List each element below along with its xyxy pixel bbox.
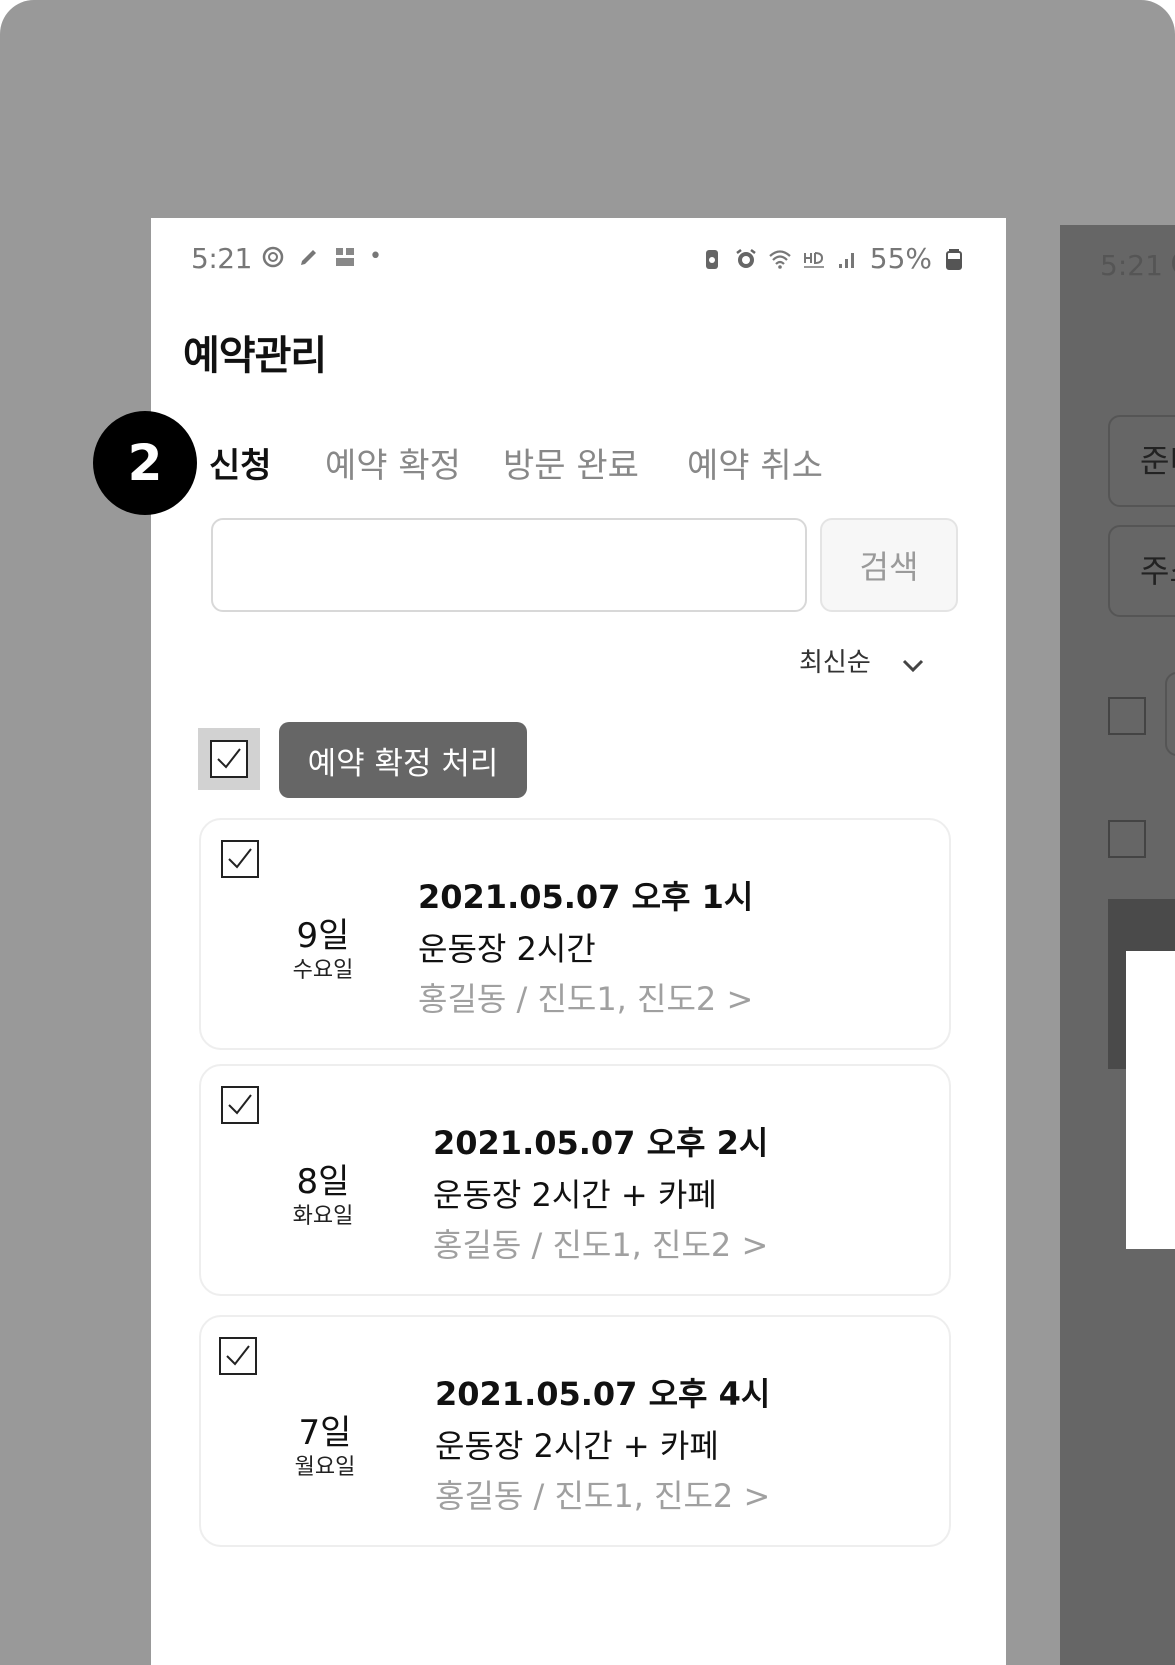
alarm-icon — [734, 247, 758, 271]
reservation-card[interactable]: 8일 화요일 2021.05.07 오후 2시 운동장 2시간 + 카페 홍길동… — [199, 1064, 951, 1296]
sort-selected-label: 최신순 — [799, 648, 871, 678]
checkmark-icon — [226, 1345, 250, 1366]
reservation-customer-link[interactable]: 홍길동 / 진도1, 진도2 > — [433, 1220, 768, 1266]
checkmark-icon — [217, 748, 241, 769]
checkmark-icon — [228, 848, 252, 869]
reservation-weekday: 수요일 — [292, 958, 354, 983]
settings-icon — [261, 245, 285, 269]
secondary-checkbox[interactable] — [1108, 820, 1146, 858]
reservation-day: 9일 — [296, 916, 350, 956]
tab-confirmed[interactable]: 예약 확정 — [325, 438, 461, 487]
hd-voice-icon — [802, 247, 826, 271]
reservation-service: 운동장 2시간 + 카페 — [433, 1176, 717, 1214]
secondary-checkbox[interactable] — [1108, 697, 1146, 735]
battery-saver-icon — [700, 247, 724, 271]
reservation-datetime: 2021.05.07 오후 4시 — [435, 1375, 771, 1413]
chevron-down-icon — [902, 659, 923, 672]
step-number-badge: 2 — [93, 411, 197, 515]
tab-visit-complete[interactable]: 방문 완료 — [503, 438, 639, 487]
status-time: 5:21 — [1100, 249, 1163, 282]
page-title: 예약관리 — [183, 333, 327, 379]
secondary-modal-panel — [1126, 951, 1175, 1249]
wifi-icon — [768, 247, 792, 271]
confirm-reservations-button[interactable]: 예약 확정 처리 — [279, 722, 527, 798]
reservation-service: 운동장 2시간 — [418, 930, 596, 968]
sort-dropdown[interactable]: 최신순 — [799, 642, 925, 679]
reservation-service: 운동장 2시간 + 카페 — [435, 1427, 719, 1465]
reservation-day: 8일 — [296, 1162, 350, 1202]
signal-icon — [836, 247, 860, 271]
app-icon — [333, 245, 357, 269]
select-all-checkbox[interactable] — [198, 728, 260, 790]
notification-dot: • — [369, 244, 382, 269]
reservation-datetime: 2021.05.07 오후 2시 — [433, 1124, 769, 1162]
search-button[interactable]: 검색 — [820, 518, 958, 612]
search-input[interactable] — [211, 518, 807, 612]
canvas-backdrop: 5:21 • 55% 예약관리 신청 예약 확정 방문 완료 예약 취소 검색 … — [0, 0, 1175, 1665]
reservation-card[interactable]: 9일 수요일 2021.05.07 오후 1시 운동장 2시간 홍길동 / 진도… — [199, 818, 951, 1050]
status-bar: 5:21 • 55% — [151, 218, 1006, 302]
secondary-action-button[interactable] — [1165, 672, 1175, 756]
secondary-button-2[interactable]: 주소 — [1108, 525, 1175, 617]
reservation-weekday: 화요일 — [292, 1204, 354, 1229]
pen-icon — [297, 245, 321, 269]
battery-percent: 55% — [869, 242, 932, 275]
reservation-checkbox[interactable] — [219, 1337, 257, 1375]
reservation-card[interactable]: 7일 월요일 2021.05.07 오후 4시 운동장 2시간 + 카페 홍길동… — [199, 1315, 951, 1547]
reservation-day: 7일 — [298, 1413, 352, 1453]
status-time: 5:21 — [191, 242, 252, 275]
battery-icon — [942, 247, 966, 271]
checkmark-icon — [228, 1094, 252, 1115]
tab-cancelled[interactable]: 예약 취소 — [687, 438, 823, 487]
tab-request[interactable]: 신청 — [209, 438, 272, 487]
reservation-weekday: 월요일 — [294, 1455, 356, 1480]
reservation-datetime: 2021.05.07 오후 1시 — [418, 878, 754, 916]
secondary-button-1[interactable]: 준비 — [1108, 415, 1175, 507]
reservation-checkbox[interactable] — [221, 840, 259, 878]
reservation-customer-link[interactable]: 홍길동 / 진도1, 진도2 > — [435, 1471, 770, 1517]
phone-screen-reservation-management: 5:21 • 55% 예약관리 신청 예약 확정 방문 완료 예약 취소 검색 … — [151, 218, 1006, 1665]
phone-screen-secondary: 5:21 준비 주소 — [1060, 225, 1175, 1665]
reservation-customer-link[interactable]: 홍길동 / 진도1, 진도2 > — [418, 974, 753, 1020]
reservation-checkbox[interactable] — [221, 1086, 259, 1124]
